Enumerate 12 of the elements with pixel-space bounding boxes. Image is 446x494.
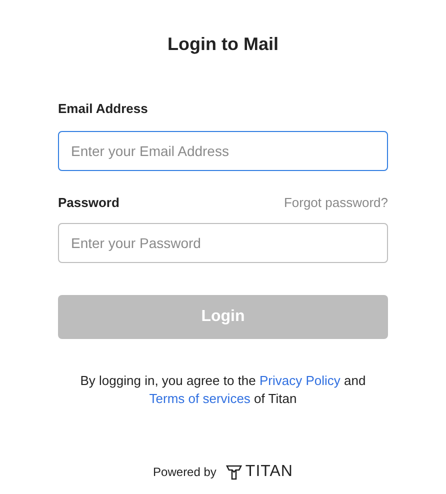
field-label: Password [58,194,120,212]
policy-link[interactable]: Terms of services [149,391,250,406]
brand-name: TITAN [245,462,293,482]
field-label: Email Address [58,100,148,118]
logo-icon [226,464,242,480]
page-title: Login to Mail [168,33,278,56]
agreement-text: By logging in, you agree to the Privacy Policy and Terms of services of Titan [79,372,367,408]
policy-link[interactable]: Privacy Policy [260,373,340,388]
powered-by-text: Powered by [153,464,216,481]
email-field[interactable]: Enter your Email Address [58,130,388,170]
forgot-password-link[interactable]: Forgot password? [284,192,388,212]
password-field[interactable]: Enter your Password [58,223,388,263]
